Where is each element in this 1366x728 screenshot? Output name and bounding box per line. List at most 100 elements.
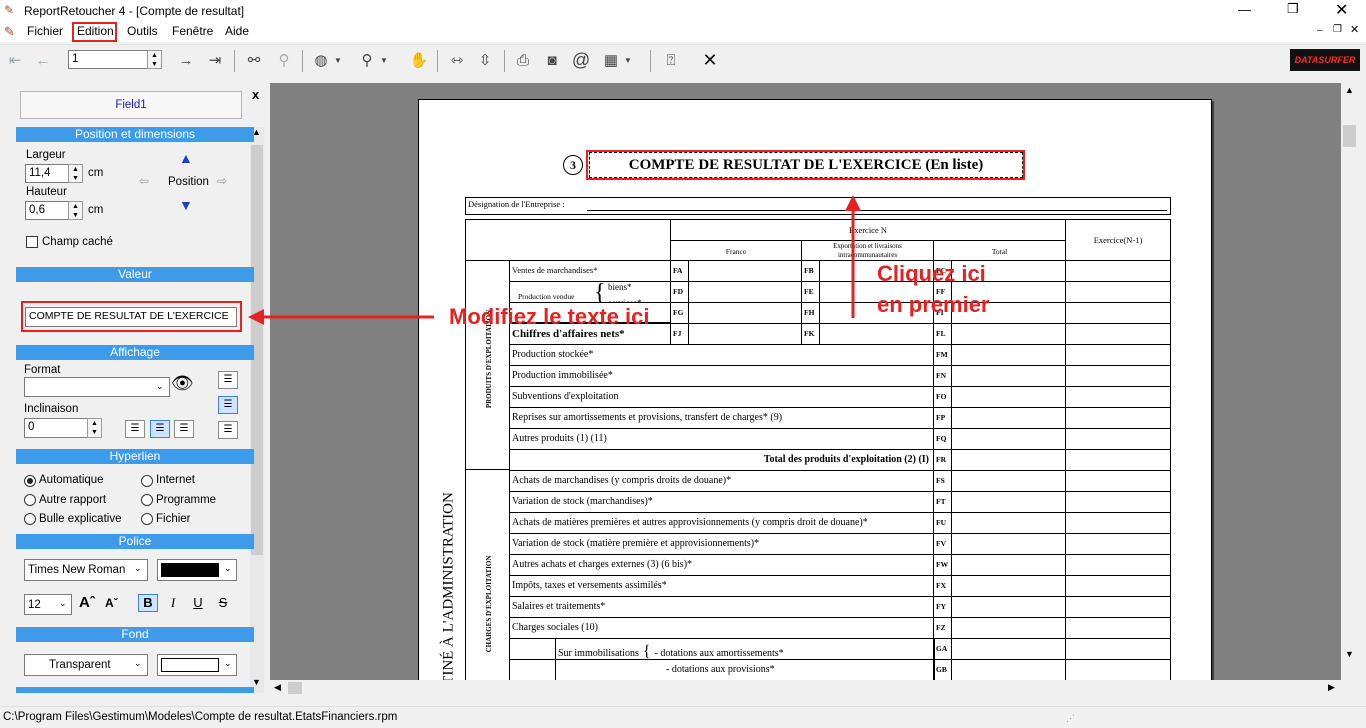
valign-middle-button[interactable]: ☰ [218, 396, 238, 414]
doc-scroll-thumb[interactable] [1343, 125, 1356, 147]
move-up-icon[interactable]: ▲ [179, 150, 193, 166]
value-cell-n1 [1065, 344, 1171, 366]
inclinaison-spinner[interactable]: ▲ ▼ [87, 418, 102, 438]
designation-label: Désignation de l'Entreprise : [468, 199, 565, 209]
hauteur-spinner[interactable]: ▲ ▼ [68, 201, 83, 220]
move-down-icon[interactable]: ▼ [179, 197, 193, 213]
prev-page-icon[interactable]: ← [32, 50, 54, 70]
maximize-button[interactable]: ❐ [1287, 1, 1299, 17]
position-label: Position [168, 176, 209, 188]
fond-select[interactable]: Transparent [24, 654, 148, 676]
minimize-button[interactable]: — [1238, 2, 1251, 17]
largeur-input[interactable]: 11,4 [25, 164, 69, 183]
title-bar: ✎ ReportRetoucher 4 - [Compte de resulta… [0, 0, 1366, 22]
help-cursor-icon[interactable]: ⍰ [660, 50, 682, 70]
section-police-header: Police [16, 534, 254, 549]
mdi-restore-button[interactable]: ❐ [1333, 24, 1342, 35]
inclinaison-input[interactable]: 0 [24, 418, 88, 438]
bold-button[interactable]: B [138, 594, 158, 612]
table-row-label: - dotations aux provisions* [555, 659, 935, 680]
doc-scroll-right-icon[interactable]: ▶ [1328, 682, 1335, 693]
mdi-minimize-button[interactable]: – [1317, 25, 1323, 36]
align-left-button[interactable]: ☰ [125, 420, 145, 438]
find-next-icon[interactable]: ⚲ [273, 50, 295, 70]
panel-close-button[interactable]: x [252, 87, 259, 102]
move-left-icon[interactable]: ⇦ [139, 174, 149, 188]
radio-internet[interactable] [141, 475, 153, 487]
fit-height-icon[interactable]: ⇳ [474, 50, 496, 70]
export-dropdown-icon[interactable]: ▼ [622, 50, 634, 70]
radio-automatique[interactable] [24, 475, 36, 487]
champ-cache-checkbox[interactable] [26, 236, 38, 248]
eye-icon[interactable]: 👁 [171, 373, 194, 394]
format-dropdown-icon[interactable]: ⌄ [156, 381, 164, 392]
table-row-label: Autres achats et charges externes (3) (6… [509, 554, 934, 576]
valign-bottom-button[interactable]: ☰ [218, 421, 238, 439]
print-icon[interactable]: ⎙ [512, 50, 534, 70]
globe-icon[interactable]: ◍ [310, 50, 332, 70]
strike-button[interactable]: S [213, 594, 233, 612]
fit-width-icon[interactable]: ⇿ [446, 50, 468, 70]
hand-icon[interactable]: ✋ [408, 50, 430, 70]
menu-aide[interactable]: Aide [225, 24, 249, 38]
font-size-dropdown-icon[interactable]: ⌄ [59, 598, 67, 609]
underline-button[interactable]: U [188, 594, 208, 612]
value-cell-total [951, 512, 1066, 534]
menu-fichier[interactable]: Fichier [27, 24, 63, 38]
doc-hscroll-thumb[interactable] [288, 682, 302, 694]
radio-programme[interactable] [141, 494, 153, 506]
doc-scroll-down-icon[interactable]: ▼ [1345, 649, 1354, 659]
hauteur-label: Hauteur [26, 186, 67, 198]
close-button[interactable]: ✕ [1335, 0, 1348, 20]
email-icon[interactable]: @ [570, 50, 592, 70]
value-cell-france [688, 281, 802, 303]
first-page-icon[interactable]: ⇤ [4, 50, 26, 70]
fond-color-dropdown-icon[interactable]: ⌄ [224, 658, 232, 669]
fond-dropdown-icon[interactable]: ⌄ [134, 658, 142, 669]
document-viewer[interactable]: 3 COMPTE DE RESULTAT DE L'EXERCICE (En l… [270, 83, 1341, 680]
field-name-box: Field1 [20, 91, 242, 119]
radio-autre-rapport[interactable] [24, 494, 36, 506]
last-page-icon[interactable]: ⇥ [204, 50, 226, 70]
value-cell-total [951, 470, 1066, 492]
globe-dropdown-icon[interactable]: ▼ [332, 50, 344, 70]
close-doc-icon[interactable]: ✕ [699, 50, 721, 70]
italic-button[interactable]: I [163, 594, 183, 612]
page-spinner[interactable]: ▲ ▼ [147, 50, 162, 69]
zoom-icon[interactable]: ⚲ [356, 50, 378, 70]
page-number-input[interactable]: 1 [68, 50, 148, 69]
doc-scroll-up-icon[interactable]: ▲ [1345, 85, 1354, 95]
font-color-dropdown-icon[interactable]: ⌄ [224, 563, 232, 574]
resize-grip-icon[interactable]: ⋰ [1066, 713, 1075, 724]
mdi-close-button[interactable]: ✕ [1350, 23, 1359, 36]
zoom-dropdown-icon[interactable]: ▼ [378, 50, 390, 70]
radio-fichier[interactable] [141, 513, 153, 525]
separator [504, 50, 505, 72]
export-icon[interactable]: ▦ [600, 50, 622, 70]
scroll-down-icon[interactable]: ▼ [252, 677, 261, 687]
font-dropdown-icon[interactable]: ⌄ [134, 563, 142, 574]
next-page-icon[interactable]: → [175, 50, 197, 70]
camera-icon[interactable]: ◙ [541, 50, 563, 70]
align-right-button[interactable]: ☰ [174, 420, 194, 438]
table-row-label: Achats de matières premières et autres a… [509, 512, 934, 534]
font-shrink-icon[interactable]: Aˇ [105, 596, 118, 610]
binoculars-icon[interactable]: ⚯ [243, 50, 265, 70]
font-select[interactable]: Times New Roman [24, 559, 148, 581]
code-cell-export: FB [801, 260, 820, 282]
largeur-spinner[interactable]: ▲ ▼ [68, 164, 83, 183]
doc-vertical-scrollbar[interactable]: ▲ ▼ [1341, 83, 1358, 680]
format-select[interactable] [24, 377, 170, 397]
code-cell: FQ [933, 428, 952, 450]
move-right-icon[interactable]: ⇨ [217, 174, 227, 188]
valign-top-button[interactable]: ☰ [218, 371, 238, 389]
menu-outils[interactable]: Outils [127, 24, 158, 38]
hauteur-input[interactable]: 0,6 [25, 201, 69, 220]
radio-bulle[interactable] [24, 513, 36, 525]
doc-horizontal-scrollbar[interactable]: ◀ ▶ [270, 680, 1341, 696]
align-center-button[interactable]: ☰ [150, 420, 170, 438]
font-grow-icon[interactable]: Aˆ [79, 594, 95, 611]
doc-scroll-left-icon[interactable]: ◀ [274, 682, 281, 693]
panel-scrollbar[interactable]: ▲ ▼ [250, 127, 264, 693]
menu-fenetre[interactable]: Fenêtre [172, 24, 213, 38]
